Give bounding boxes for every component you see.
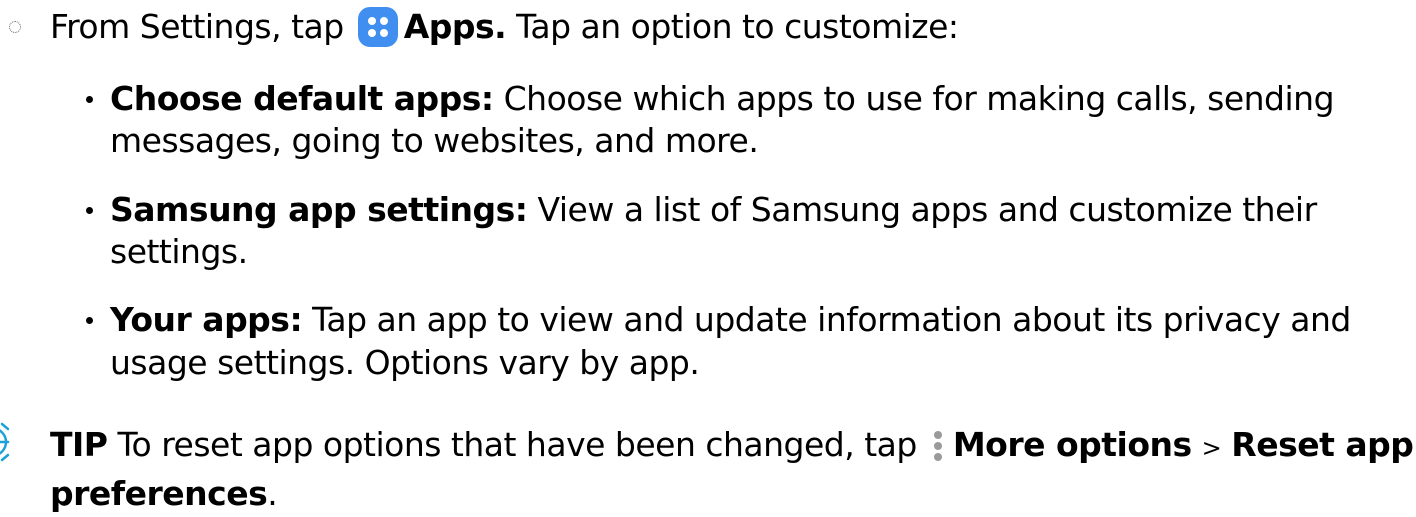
intro-line: From Settings, tap Apps. Tap an option t… [50, 7, 959, 47]
option-description-cont: usage settings. Options vary by app. [110, 343, 700, 382]
step-bullet [9, 21, 21, 33]
tip-text: To reset app options that have been chan… [117, 425, 917, 464]
option-samsung-app-settings: Samsung app settings: View a list of Sam… [110, 190, 1317, 230]
option-description-cont: settings. [110, 232, 248, 271]
more-options-icon [933, 425, 943, 465]
option-description: View a list of Samsung apps and customiz… [537, 190, 1318, 229]
option-description-cont: messages, going to websites, and more. [110, 121, 759, 160]
list-bullet [86, 207, 93, 214]
lightbulb-icon [0, 420, 40, 466]
list-bullet [86, 96, 93, 103]
option-title: Samsung app settings: [110, 190, 528, 229]
option-description: Choose which apps to use for making call… [503, 79, 1335, 118]
apps-label: Apps. [403, 7, 507, 46]
intro-tail: Tap an option to customize: [516, 7, 959, 46]
option-title: Choose default apps: [110, 79, 494, 118]
tip-end: . [267, 474, 278, 513]
tip-line-cont: preferences. [50, 474, 278, 514]
reset-app-preferences-label: preferences [50, 474, 268, 513]
option-default-apps: Choose default apps: Choose which apps t… [110, 79, 1335, 119]
menu-separator: > [1201, 434, 1222, 462]
tip-label: TIP [50, 425, 108, 464]
more-options-label: More options [952, 425, 1192, 464]
reset-app-label: Reset app [1231, 425, 1414, 464]
list-bullet [86, 317, 93, 324]
option-description: Tap an app to view and update informatio… [312, 300, 1351, 339]
option-title: Your apps: [110, 300, 303, 339]
option-your-apps: Your apps: Tap an app to view and update… [110, 300, 1351, 340]
tip-line: TIP To reset app options that have been … [50, 425, 1414, 468]
intro-lead: From Settings, tap [50, 7, 344, 46]
apps-grid-icon [357, 7, 398, 47]
